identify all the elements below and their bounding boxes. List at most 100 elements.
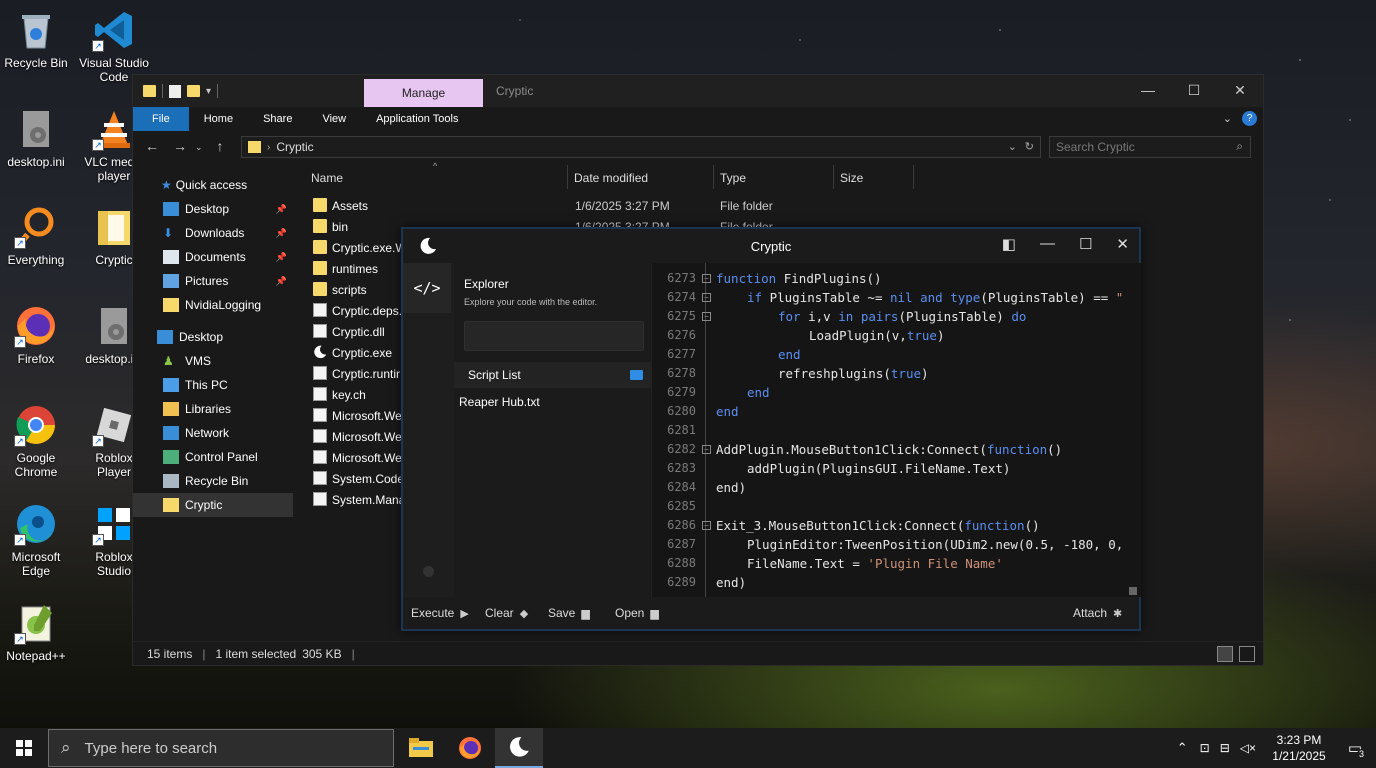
search-input[interactable]: Search Cryptic ⌕ — [1049, 136, 1251, 158]
nav-item-vms[interactable]: ♟ VMS — [133, 349, 293, 373]
nav-item-pictures[interactable]: Pictures 📌 — [133, 269, 293, 293]
tab-view[interactable]: View — [307, 107, 361, 131]
explorer-title-bar[interactable]: ▾ Manage Cryptic — ☐ ✕ — [133, 75, 1263, 107]
manage-tab[interactable]: Manage — [364, 79, 483, 107]
clock[interactable]: 3:23 PM 1/21/2025 — [1264, 732, 1334, 764]
large-icons-view-icon[interactable] — [1239, 646, 1255, 662]
script-item[interactable]: Reaper Hub.txt — [459, 395, 540, 409]
close-button[interactable]: ✕ — [1116, 235, 1129, 253]
meet-now-icon[interactable]: ⊡ — [1200, 741, 1210, 755]
column-date-modified[interactable]: Date modified — [574, 171, 648, 185]
show-hidden-icons-icon[interactable]: ⌃ — [1177, 740, 1188, 756]
open-button[interactable]: Open ▆ — [615, 606, 659, 620]
pin-icon[interactable]: 📌 — [276, 276, 287, 287]
desktop-icon[interactable]: desktop.ini — [0, 107, 72, 169]
cryptic-title-bar[interactable]: Cryptic ◧ — ☐ ✕ — [403, 229, 1139, 263]
line-number: 6276 — [667, 328, 696, 342]
details-view-icon[interactable] — [1217, 646, 1233, 662]
maximize-button[interactable]: ☐ — [1079, 235, 1092, 253]
desktop-icon[interactable]: ↗ Notepad++ — [0, 601, 72, 663]
notifications-icon[interactable]: ▭ 3 — [1334, 739, 1376, 759]
back-arrow-icon[interactable]: ← — [145, 138, 159, 156]
clear-button[interactable]: Clear ◆ — [485, 606, 528, 620]
nav-item-label: VMS — [185, 354, 212, 368]
address-bar[interactable]: › Cryptic ⌄ ↻ — [241, 136, 1041, 158]
taskbar-search-input[interactable]: ⌕ Type here to search — [48, 729, 394, 767]
tab-file[interactable]: File — [133, 107, 189, 131]
address-dropdown-icon[interactable]: ⌄ — [1008, 140, 1017, 153]
file-icon — [313, 324, 327, 338]
nav-item-label: Cryptic — [185, 498, 223, 512]
file-row[interactable]: Assets 1/6/2025 3:27 PM File folder — [293, 195, 1265, 216]
recent-locations-icon[interactable]: ⌄ — [195, 138, 203, 156]
desktop-icon[interactable]: Recycle Bin — [0, 8, 72, 70]
column-name[interactable]: Name — [311, 171, 343, 185]
code-line: 6289 end) — [652, 575, 1141, 594]
nav-item-control-panel[interactable]: Control Panel — [133, 445, 293, 469]
pin-icon[interactable]: 📌 — [276, 228, 287, 239]
nav-item-label: Documents — [185, 250, 246, 264]
nav-item-recycle-bin[interactable]: Recycle Bin — [133, 469, 293, 493]
fold-toggle-icon[interactable]: − — [702, 274, 711, 283]
nav-item-network[interactable]: Network — [133, 421, 293, 445]
breadcrumb[interactable]: Cryptic — [276, 140, 313, 154]
network-icon[interactable]: ⊟ — [1220, 741, 1230, 755]
minimize-button[interactable]: — — [1040, 235, 1055, 253]
pin-icon[interactable]: 📌 — [276, 252, 287, 263]
nav-item-cryptic[interactable]: Cryptic — [133, 493, 293, 517]
execute-button[interactable]: Execute ▶ — [411, 606, 469, 620]
code-token: refreshplugins( — [778, 366, 891, 381]
nav-item-label: Pictures — [185, 274, 229, 288]
tab-application-tools[interactable]: Application Tools — [361, 107, 473, 131]
up-arrow-icon[interactable]: ↑ — [217, 138, 224, 156]
tab-share[interactable]: Share — [248, 107, 307, 131]
open-folder-icon[interactable] — [630, 370, 643, 380]
start-button[interactable] — [0, 728, 48, 768]
desktop-icon[interactable]: ↗ Microsoft Edge — [0, 502, 72, 578]
pin-icon[interactable]: 📌 — [276, 204, 287, 215]
expand-ribbon-icon[interactable]: ⌄ — [1223, 112, 1232, 125]
attach-button[interactable]: Attach ✱ — [1073, 606, 1122, 620]
properties-icon[interactable] — [169, 84, 181, 98]
sidebar-toggle-icon[interactable]: ◧ — [1002, 235, 1016, 253]
fold-toggle-icon[interactable]: − — [702, 312, 711, 321]
code-editor-icon[interactable]: </> — [403, 263, 451, 313]
script-search-input[interactable] — [464, 321, 644, 351]
column-size[interactable]: Size — [840, 171, 863, 185]
nav-item-libraries[interactable]: Libraries — [133, 397, 293, 421]
desktop-icon[interactable]: ↗ Everything — [0, 205, 72, 267]
nav-item-downloads[interactable]: ⬇ Downloads 📌 — [133, 221, 293, 245]
tab-home[interactable]: Home — [189, 107, 248, 131]
cryptic-window[interactable]: Cryptic ◧ — ☐ ✕ </> Explorer Explore you… — [401, 227, 1141, 631]
volume-muted-icon[interactable]: ◁× — [1240, 741, 1256, 755]
desktop-icon[interactable]: ↗ Firefox — [0, 304, 72, 366]
nav-item-quick-access[interactable]: ★ Quick access — [133, 173, 293, 197]
desktop-icon[interactable]: ↗ Visual Studio Code — [78, 8, 150, 84]
taskbar-file-explorer[interactable] — [397, 728, 445, 768]
refresh-icon[interactable]: ↻ — [1025, 140, 1034, 153]
close-button[interactable]: ✕ — [1217, 75, 1263, 105]
forward-arrow-icon[interactable]: → — [173, 138, 187, 156]
nav-item-desktop[interactable]: Desktop 📌 — [133, 197, 293, 221]
nav-item-this-pc[interactable]: This PC — [133, 373, 293, 397]
customize-toolbar-icon[interactable]: ▾ — [206, 86, 211, 97]
taskbar-cryptic[interactable] — [495, 728, 543, 768]
maximize-button[interactable]: ☐ — [1171, 75, 1217, 105]
code-editor[interactable]: 62726273−function FindPlugins()6274−if P… — [651, 263, 1141, 597]
breadcrumb-separator-icon[interactable]: › — [267, 142, 270, 153]
taskbar-firefox[interactable] — [446, 728, 494, 768]
desktop-icon[interactable]: ↗ Google Chrome — [0, 403, 72, 479]
nav-item-nvidialogging[interactable]: NvidiaLogging — [133, 293, 293, 317]
script-list-header[interactable]: Script List — [454, 362, 651, 388]
help-icon[interactable]: ? — [1242, 111, 1257, 126]
fold-toggle-icon[interactable]: − — [702, 521, 711, 530]
nav-item-desktop[interactable]: Desktop — [133, 325, 293, 349]
column-type[interactable]: Type — [720, 171, 746, 185]
fold-toggle-icon[interactable]: − — [702, 445, 711, 454]
editor-scrollbar[interactable] — [1129, 587, 1137, 595]
save-button[interactable]: Save ▆ — [548, 606, 590, 620]
nav-item-documents[interactable]: Documents 📌 — [133, 245, 293, 269]
minimize-button[interactable]: — — [1125, 75, 1171, 105]
new-folder-icon[interactable] — [187, 85, 200, 97]
fold-toggle-icon[interactable]: − — [702, 293, 711, 302]
